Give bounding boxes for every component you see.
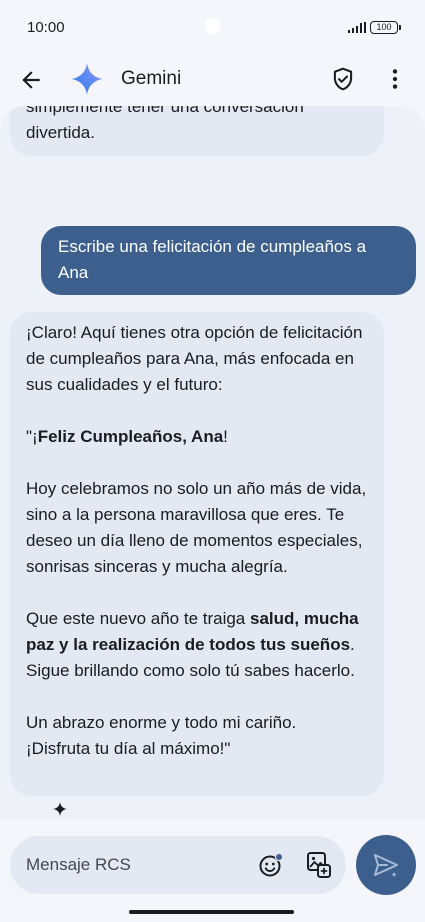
status-time: 10:00 — [27, 19, 65, 36]
reply-greeting: "¡Feliz Cumpleaños, Ana! — [26, 427, 228, 446]
message-input[interactable] — [26, 836, 246, 894]
message-text: Escribe una felicitación de cumpleaños a… — [58, 237, 367, 282]
reply-body: Hoy celebramos no solo un año más de vid… — [26, 479, 367, 576]
signal-icon — [348, 22, 366, 33]
send-button[interactable] — [356, 835, 416, 895]
app-title: Gemini — [121, 68, 182, 89]
reply-wishes: Que este nuevo año te traiga salud, much… — [26, 609, 359, 680]
more-vert-icon[interactable] — [382, 66, 408, 92]
message-line: divertida. — [26, 123, 95, 142]
message-composer — [10, 836, 346, 894]
shield-check-icon[interactable] — [330, 66, 356, 92]
emoji-icon[interactable] — [258, 852, 284, 878]
battery-icon: 100 — [370, 21, 401, 34]
message-line: simplemente tener una conversación — [26, 106, 304, 116]
back-arrow-icon[interactable] — [18, 67, 44, 93]
gemini-sparkle-logo — [71, 63, 103, 95]
home-indicator[interactable] — [129, 910, 294, 914]
gallery-icon[interactable] — [306, 851, 332, 879]
reply-intro: ¡Claro! Aquí tienes otra opción de felic… — [26, 323, 363, 394]
reply-greeting-bold: Feliz Cumpleaños, Ana — [37, 427, 224, 446]
send-icon — [374, 854, 398, 877]
gemini-sparkle-icon — [53, 802, 67, 816]
status-bar: 10:00 100 — [0, 0, 425, 56]
app-bar: Gemini — [0, 56, 425, 106]
camera-cutout — [205, 18, 221, 34]
message-bubble-assistant[interactable]: simplemente tener una conversación diver… — [10, 106, 384, 156]
chat-thread[interactable]: simplemente tener una conversación diver… — [0, 106, 425, 820]
screen: 10:00 100 Gemini simplemente tener una c… — [0, 0, 425, 922]
message-bubble-user[interactable]: Escribe una felicitación de cumpleaños a… — [41, 226, 416, 295]
reply-closing: Un abrazo enorme y todo mi cariño. ¡Disfr… — [26, 713, 297, 758]
message-bubble-assistant[interactable]: ¡Claro! Aquí tienes otra opción de felic… — [10, 312, 384, 796]
